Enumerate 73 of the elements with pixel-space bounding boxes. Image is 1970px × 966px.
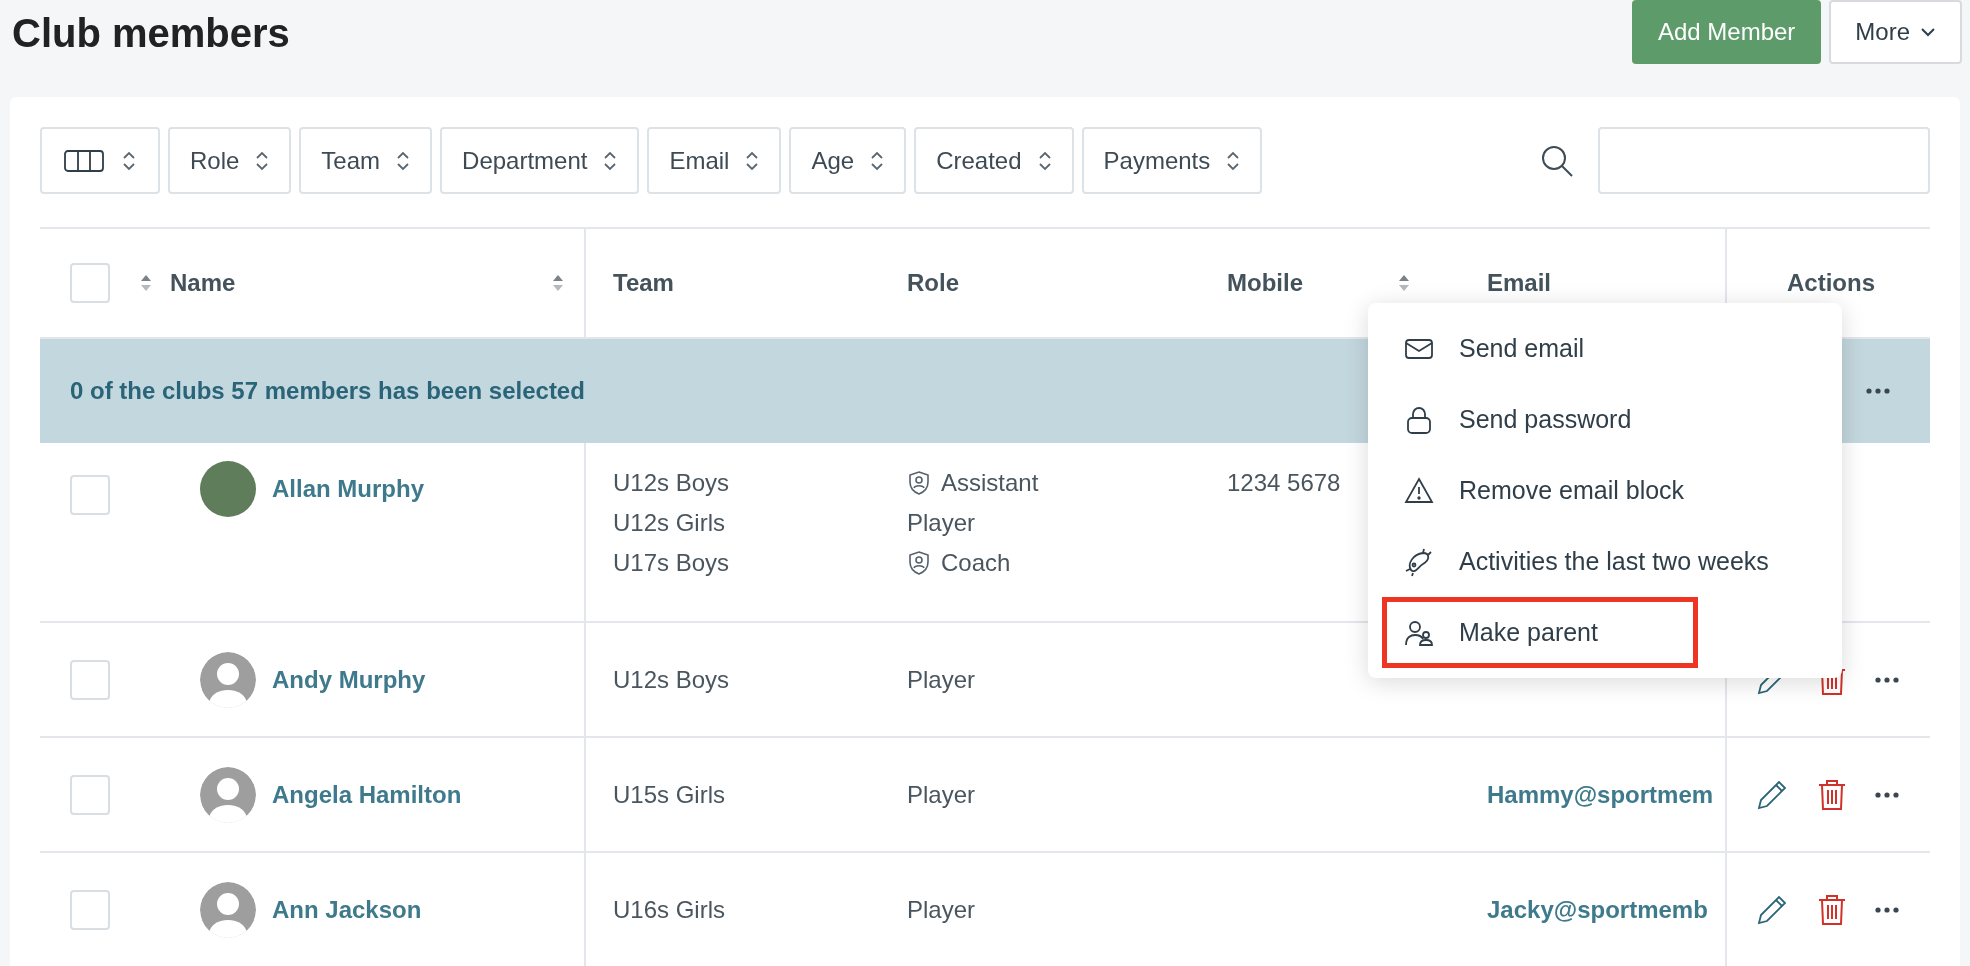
menu-item[interactable]: Send password xyxy=(1382,384,1828,455)
filter-button[interactable]: Role xyxy=(168,127,292,194)
team-name: U12s Boys xyxy=(613,664,731,695)
checkbox[interactable] xyxy=(70,889,110,930)
role-name: Player xyxy=(907,664,976,695)
sort-icon[interactable] xyxy=(552,273,564,293)
columns-icon xyxy=(64,148,104,173)
menu-item[interactable]: Make parent xyxy=(1382,597,1698,668)
team-name: U16s Girls xyxy=(613,894,727,925)
team-name: U12s Boys xyxy=(613,468,731,498)
member-name-link[interactable]: Angela Hamilton xyxy=(272,776,462,813)
menu-item[interactable]: Remove email block xyxy=(1382,455,1828,526)
column-header: Mobile xyxy=(1227,268,1303,298)
sort-icon[interactable] xyxy=(1398,273,1410,293)
role-name: Player xyxy=(907,779,976,810)
filter-button[interactable]: Age xyxy=(789,127,907,194)
sort-icon xyxy=(603,149,618,172)
photo-placeholder xyxy=(200,461,256,517)
filter-button[interactable]: Department xyxy=(440,127,640,194)
filter-button[interactable]: Payments xyxy=(1081,127,1263,194)
member-name-link[interactable]: Andy Murphy xyxy=(272,661,426,698)
columns-button[interactable] xyxy=(40,127,160,194)
sort-icon xyxy=(870,149,885,172)
team-name: U12s Girls xyxy=(613,508,727,538)
checkbox[interactable] xyxy=(70,475,110,515)
page-title: Club members xyxy=(12,10,290,57)
sort-icon xyxy=(255,149,270,172)
more-icon[interactable] xyxy=(1866,388,1890,394)
role-name: Assistant xyxy=(941,468,1039,498)
trash-icon[interactable] xyxy=(1817,892,1847,927)
column-header: Actions xyxy=(1787,268,1875,298)
checkbox[interactable] xyxy=(70,263,110,303)
more-icon[interactable] xyxy=(1875,676,1899,683)
avatar-icon xyxy=(200,881,256,938)
avatar-icon xyxy=(200,651,256,708)
filter-button[interactable]: Email xyxy=(647,127,782,194)
sort-icon xyxy=(122,149,136,172)
member-name-link[interactable]: Allan Murphy xyxy=(272,471,424,621)
shield-icon xyxy=(907,470,931,496)
search-icon xyxy=(1540,143,1574,178)
column-header: Role xyxy=(907,268,959,298)
filter-button[interactable]: Team xyxy=(299,127,433,194)
selection-text: 0 of the clubs 57 members has been selected xyxy=(70,376,585,406)
shield-icon xyxy=(907,550,931,576)
sort-icon xyxy=(1037,149,1052,172)
mobile-number: 1234 5678 xyxy=(1227,469,1341,496)
menu-item[interactable]: Send email xyxy=(1382,313,1828,384)
team-name: U17s Boys xyxy=(613,548,731,578)
role-name: Player xyxy=(907,508,976,538)
checkbox[interactable] xyxy=(70,774,110,815)
email-link[interactable]: Hammy@sportmem xyxy=(1487,776,1714,813)
sort-icon xyxy=(745,149,760,172)
trash-icon[interactable] xyxy=(1817,777,1847,812)
sort-icon xyxy=(1226,149,1241,172)
avatar-icon xyxy=(200,766,256,823)
search-field[interactable] xyxy=(1598,127,1930,194)
checkbox[interactable] xyxy=(70,659,110,700)
email-link[interactable]: Jacky@sportmemb xyxy=(1487,891,1708,928)
member-name-link[interactable]: Ann Jackson xyxy=(272,891,422,928)
team-name: U15s Girls xyxy=(613,779,727,810)
role-name: Coach xyxy=(941,548,1011,578)
menu-item[interactable]: Activities the last two weeks xyxy=(1382,526,1828,597)
caret-icon xyxy=(1920,27,1936,37)
sort-icon xyxy=(396,149,411,172)
column-header: Email xyxy=(1487,268,1552,298)
sort-icon[interactable] xyxy=(140,273,152,293)
more-icon[interactable] xyxy=(1875,906,1899,913)
column-header: Name xyxy=(170,268,236,298)
more-icon[interactable] xyxy=(1875,791,1899,798)
more-button[interactable]: More xyxy=(1829,0,1962,64)
filter-button[interactable]: Created xyxy=(914,127,1074,194)
role-name: Player xyxy=(907,894,976,925)
column-header: Team xyxy=(613,268,674,298)
